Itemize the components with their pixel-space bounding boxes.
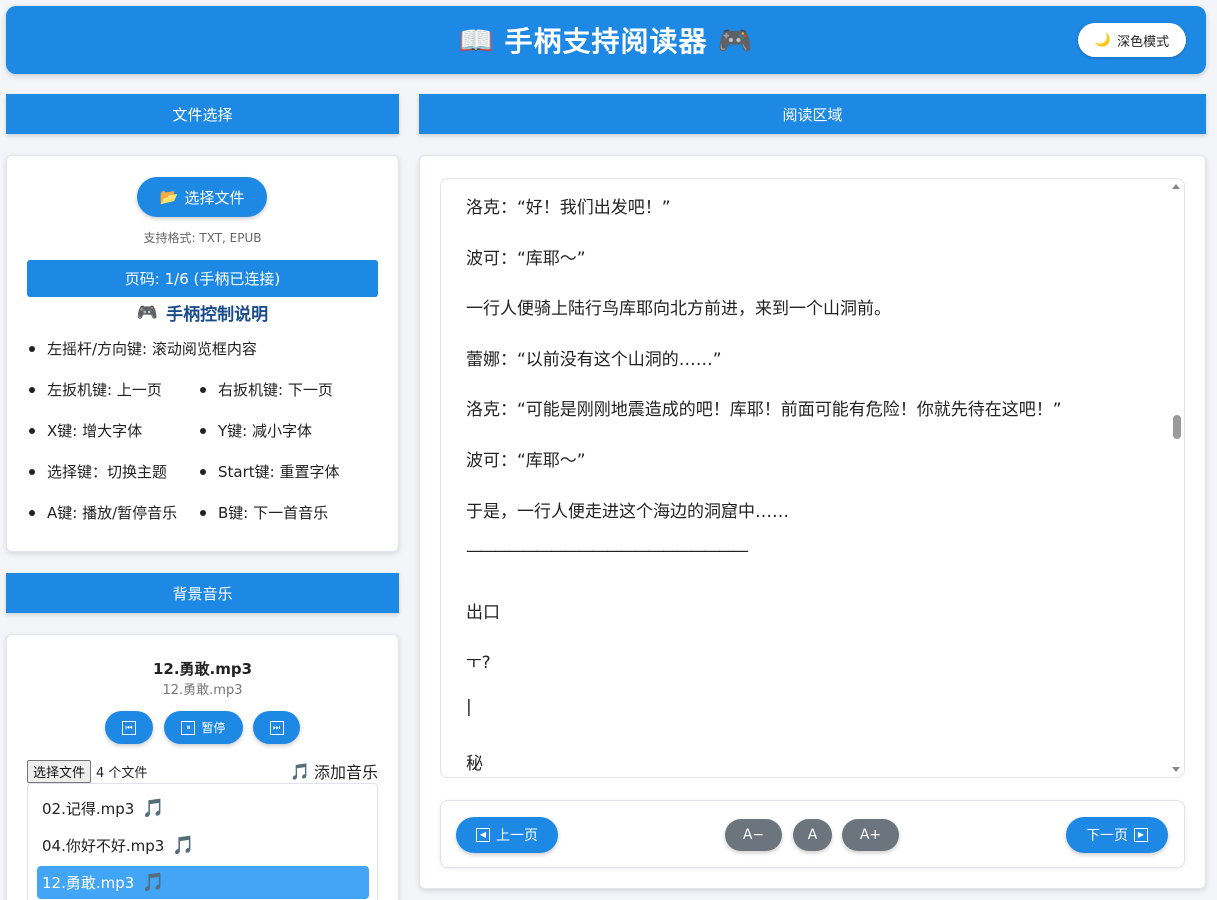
previous-track-button[interactable]: ⏮ [105, 711, 153, 744]
control-item: A键: 播放/暂停音乐 [29, 502, 177, 523]
text-paragraph: 蕾娜：“以前没有这个山洞的……” [466, 350, 722, 370]
text-paragraph: 一行人便骑上陆行鸟库耶向北方前进，来到一个山洞前。 [466, 299, 891, 319]
playlist-item-name: 02.记得.mp3 [42, 800, 135, 818]
next-page-label: 下一页 [1086, 827, 1128, 843]
folder-icon: 📂 [159, 189, 179, 206]
music-section-title: 背景音乐 [172, 584, 233, 603]
pause-label: 暂停 [201, 721, 226, 735]
music-note-icon: 🎵 [142, 872, 165, 893]
text-paragraph: 于是，一行人便走进这个海边的洞窟中…… [466, 502, 789, 522]
gamepad-icon: 🎮 [136, 302, 159, 323]
previous-page-button[interactable]: ◀ 上一页 [456, 817, 558, 853]
text-paragraph: 秘 [466, 754, 483, 774]
text-paragraph: ㅜ? [466, 653, 491, 673]
previous-track-icon: ⏮ [122, 720, 136, 735]
control-item: 左扳机键: 上一页 [29, 379, 162, 400]
next-page-button[interactable]: 下一页 ▶ [1066, 817, 1168, 853]
app-title-wrapper: 📖 手柄支持阅读器 🎮 [459, 20, 754, 60]
reading-section-title: 阅读区域 [782, 105, 843, 124]
choose-file-label: 选择文件 [184, 189, 245, 207]
previous-page-label: 上一页 [496, 827, 538, 843]
font-increase-button[interactable]: A+ [842, 819, 899, 851]
add-music-label: 添加音乐 [313, 763, 378, 782]
playlist: 02.记得.mp3 🎵 04.你好不好.mp3 🎵 12.勇敢.mp3 🎵 [27, 783, 378, 900]
music-section-card: 12.勇敢.mp3 12.勇敢.mp3 ⏮ ⏸ 暂停 ⏭ 选择文件 4 个文件 … [6, 634, 399, 900]
choose-file-button[interactable]: 📂 选择文件 [137, 177, 267, 217]
gamepad-icon: 🎮 [717, 23, 754, 57]
music-file-count: 4 个文件 [96, 765, 148, 781]
control-item: 左摇杆/方向键: 滚动阅览框内容 [29, 338, 257, 359]
music-note-icon: 🎵 [172, 835, 195, 856]
supported-formats: 支持格式: TXT, EPUB [143, 231, 262, 245]
caret-left-icon: ◀ [476, 828, 490, 842]
control-item: 右扳机键: 下一页 [200, 379, 333, 400]
reading-section-card: 洛克：“好！我们出发吧！” 波可：“库耶～” 一行人便骑上陆行鸟库耶向北方前进，… [419, 155, 1206, 889]
app-title: 手柄支持阅读器 [504, 25, 708, 58]
font-decrease-button[interactable]: A− [725, 819, 782, 851]
caret-right-icon: ▶ [1134, 828, 1148, 842]
scroll-down-arrow-icon[interactable] [1172, 767, 1180, 772]
control-item: X键: 增大字体 [29, 420, 142, 441]
text-paragraph: 洛克：“好！我们出发吧！” [466, 198, 671, 218]
app-header: 📖 手柄支持阅读器 🎮 🌙 深色模式 [6, 6, 1206, 74]
playlist-item-name: 12.勇敢.mp3 [42, 874, 135, 892]
next-track-button[interactable]: ⏭ [253, 711, 300, 744]
moon-icon: 🌙 [1094, 32, 1112, 47]
control-item: 选择键：切换主题 [29, 461, 167, 482]
reading-scrollbar[interactable] [1170, 179, 1184, 777]
controls-title: 手柄控制说明 [166, 305, 269, 325]
playlist-item[interactable]: 02.记得.mp3 🎵 [37, 792, 369, 825]
music-file-row: 选择文件 4 个文件 🎵 添加音乐 [27, 759, 378, 783]
control-item: Start键: 重置字体 [200, 461, 339, 482]
add-music-button[interactable]: 🎵 添加音乐 [290, 759, 378, 783]
music-note-icon: 🎵 [142, 798, 165, 819]
file-section-card: 📂 选择文件 支持格式: TXT, EPUB 页码: 1/6 (手柄已连接) 🎮… [6, 155, 399, 552]
reading-section-bar: 阅读区域 [419, 94, 1206, 134]
text-paragraph: 波可：“库耶～” [466, 451, 586, 471]
playlist-item-name: 04.你好不好.mp3 [42, 837, 165, 855]
music-section-bar: 背景音乐 [6, 573, 399, 613]
reading-content-box[interactable]: 洛克：“好！我们出发吧！” 波可：“库耶～” 一行人便骑上陆行鸟库耶向北方前进，… [440, 178, 1185, 778]
control-item: Y键: 减小字体 [200, 420, 312, 441]
controls-title-wrapper: 🎮 手柄控制说明 [7, 300, 398, 326]
text-paragraph: | [466, 697, 472, 717]
font-reset-label: A [807, 827, 818, 843]
file-section-title: 文件选择 [172, 105, 233, 124]
current-track-title: 12.勇敢.mp3 [152, 660, 253, 678]
music-note-icon: 🎵 [290, 761, 310, 781]
font-increase-label: A+ [859, 827, 882, 843]
playlist-item[interactable]: 04.你好不好.mp3 🎵 [37, 829, 369, 862]
pause-icon: ⏸ [181, 720, 196, 735]
book-icon: 📖 [458, 23, 495, 57]
text-paragraph: 洛克：“可能是刚刚地震造成的吧！库耶！前面可能有危险！你就先待在这吧！” [466, 400, 1062, 420]
dark-mode-button[interactable]: 🌙 深色模式 [1078, 23, 1186, 57]
scroll-up-arrow-icon[interactable] [1172, 184, 1180, 189]
text-paragraph: 出口 [466, 603, 500, 623]
control-item: B键: 下一首音乐 [200, 502, 328, 523]
next-track-icon: ⏭ [269, 720, 284, 735]
font-decrease-label: A− [742, 827, 765, 843]
pause-button[interactable]: ⏸ 暂停 [164, 711, 243, 744]
font-reset-button[interactable]: A [793, 819, 832, 851]
text-divider: ———————————————————— [466, 541, 749, 561]
page-indicator: 页码: 1/6 (手柄已连接) [27, 260, 378, 297]
current-track-subtitle: 12.勇敢.mp3 [162, 683, 243, 698]
scroll-thumb[interactable] [1173, 415, 1181, 439]
text-paragraph: 波可：“库耶～” [466, 249, 586, 269]
playlist-item-active[interactable]: 12.勇敢.mp3 🎵 [37, 866, 369, 899]
dark-mode-label: 深色模式 [1117, 33, 1170, 49]
reading-nav-bar: ◀ 上一页 A− A A+ 下一页 ▶ [440, 800, 1185, 868]
file-section-bar: 文件选择 [6, 94, 399, 134]
music-file-input[interactable]: 选择文件 [27, 759, 92, 783]
